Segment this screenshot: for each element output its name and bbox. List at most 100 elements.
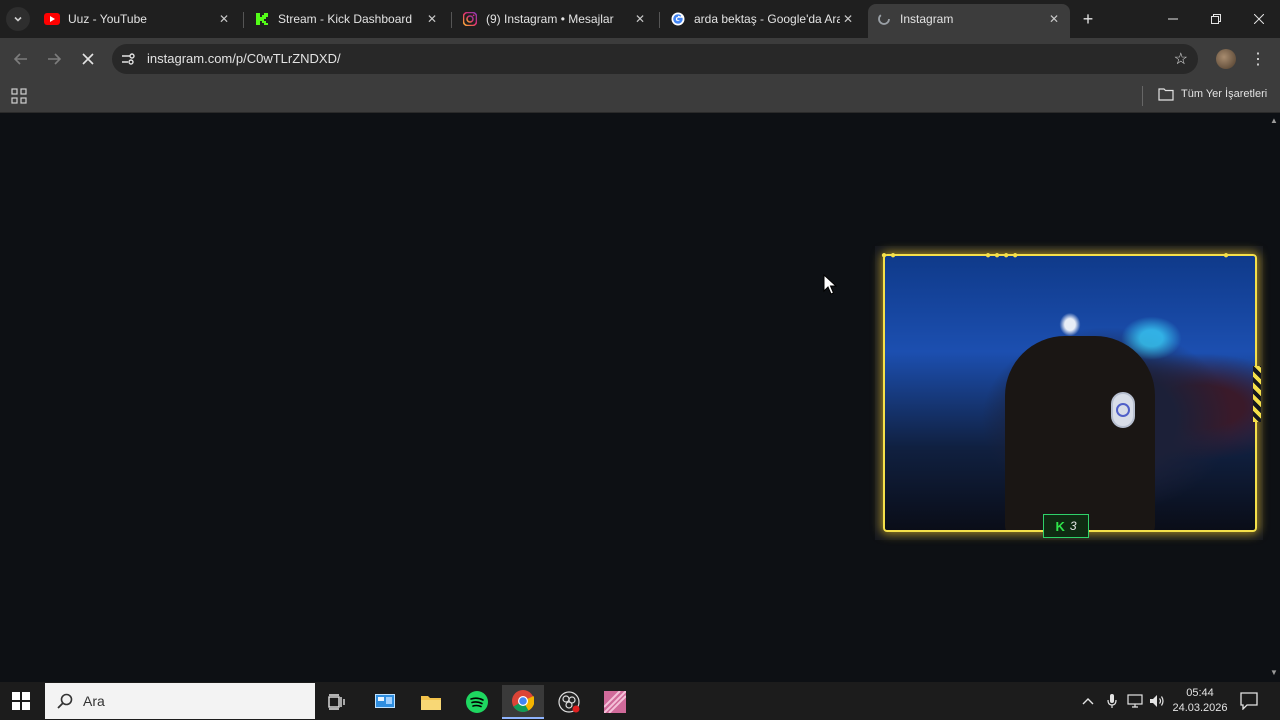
loading-icon (876, 11, 892, 27)
taskbar-control-panel[interactable] (364, 685, 406, 719)
kick-viewer-badge: K 3 (1043, 514, 1089, 538)
tab-youtube[interactable]: Uuz - YouTube ✕ (36, 4, 240, 34)
tab-title: arda bektaş - Google'da Ara (694, 12, 840, 26)
spotify-icon (466, 691, 488, 713)
obs-icon (558, 691, 580, 713)
close-tab-icon[interactable]: ✕ (216, 11, 232, 27)
taskbar-search-box[interactable]: Ara (45, 683, 315, 719)
browser-menu-button[interactable]: ⋮ (1250, 48, 1266, 70)
task-view-icon (328, 694, 345, 710)
viewer-count: 3 (1069, 519, 1077, 533)
tab-instagram-active[interactable]: Instagram ✕ (868, 4, 1070, 38)
apps-grid-icon[interactable] (11, 88, 27, 104)
tab-title: Stream - Kick Dashboard (278, 12, 413, 26)
webcam-video (883, 254, 1257, 532)
windows-taskbar: Ara 05:44 24.03.2026 (0, 682, 1280, 720)
forward-button[interactable] (42, 47, 66, 71)
streamer-silhouette (1005, 336, 1155, 530)
clock-time: 05:44 (1186, 687, 1214, 699)
minimize-icon (1168, 18, 1178, 20)
mouse-cursor-icon (823, 274, 837, 295)
tab-search-button[interactable] (6, 7, 30, 31)
volume-tray-icon[interactable] (1149, 682, 1165, 720)
address-bar[interactable]: instagram.com/p/C0wTLrZNDXD/ ☆ (112, 44, 1198, 74)
close-tab-icon[interactable]: ✕ (424, 11, 440, 27)
search-icon (57, 693, 73, 709)
close-window-button[interactable] (1237, 0, 1280, 38)
close-tab-icon[interactable]: ✕ (632, 11, 648, 27)
frame-stripes (1253, 366, 1261, 422)
tab-strip: Uuz - YouTube ✕ Stream - Kick Dashboard … (0, 0, 1280, 38)
scroll-up-arrow[interactable]: ▲ (1270, 116, 1278, 125)
network-icon (1127, 694, 1143, 708)
frame-decoration-center: ●●●● (985, 250, 1022, 261)
speaker-icon (1150, 695, 1164, 707)
scrollbar[interactable] (1268, 114, 1280, 682)
taskbar-clock[interactable]: 05:44 24.03.2026 (1166, 686, 1234, 716)
tab-instagram-messages[interactable]: (9) Instagram • Mesajlar ✕ (454, 4, 656, 34)
back-button[interactable] (9, 47, 33, 71)
folder-icon (1158, 88, 1174, 101)
close-tab-icon[interactable]: ✕ (1046, 11, 1062, 27)
microphone-tray-icon[interactable] (1106, 682, 1118, 720)
clock-date: 24.03.2026 (1172, 702, 1228, 714)
all-bookmarks-button[interactable]: Tüm Yer İşaretleri (1158, 87, 1267, 101)
taskbar-obs[interactable] (548, 685, 590, 719)
media-app-icon (604, 691, 626, 713)
taskbar-chrome[interactable] (502, 685, 544, 719)
windows-start-icon[interactable] (12, 692, 30, 710)
microphone-icon (1107, 694, 1117, 708)
tray-overflow-button[interactable] (1082, 682, 1094, 720)
taskbar-media-app[interactable] (594, 685, 636, 719)
site-settings-icon[interactable] (120, 51, 136, 67)
stop-loading-button[interactable] (76, 47, 100, 71)
notification-center-icon[interactable] (1240, 692, 1258, 710)
tab-kick-dashboard[interactable]: Stream - Kick Dashboard ✕ (246, 4, 448, 34)
minimize-button[interactable] (1151, 0, 1195, 38)
google-icon (670, 11, 686, 27)
all-bookmarks-label: Tüm Yer İşaretleri (1181, 88, 1268, 100)
tab-divider (451, 12, 452, 28)
url-text[interactable]: instagram.com/p/C0wTLrZNDXD/ (147, 51, 341, 66)
network-tray-icon[interactable] (1127, 682, 1143, 720)
kick-logo-icon: K (1055, 518, 1065, 534)
instagram-icon (462, 11, 478, 27)
tab-title: Instagram (900, 12, 954, 26)
arrow-left-icon (14, 53, 27, 65)
browser-toolbar: instagram.com/p/C0wTLrZNDXD/ ☆ (0, 38, 1280, 80)
control-panel-icon (375, 694, 395, 708)
tab-title: (9) Instagram • Mesajlar (486, 12, 614, 26)
task-view-button[interactable] (316, 685, 358, 719)
headphones-logo-icon (1116, 403, 1130, 417)
plus-icon: + (1082, 8, 1094, 29)
youtube-icon (44, 11, 60, 27)
arrow-right-icon (48, 53, 61, 65)
frame-decoration-left: ●● (881, 250, 900, 261)
bookmark-star-icon[interactable]: ☆ (1174, 49, 1188, 69)
close-icon (1254, 14, 1264, 24)
tab-divider (243, 12, 244, 28)
chevron-down-icon (14, 16, 22, 22)
folder-icon (421, 696, 441, 710)
close-tab-icon[interactable]: ✕ (840, 11, 856, 27)
chrome-icon (512, 690, 534, 712)
close-icon (82, 53, 94, 65)
tab-title: Uuz - YouTube (68, 12, 147, 26)
profile-avatar[interactable] (1216, 49, 1236, 69)
new-tab-button[interactable]: + (1077, 8, 1099, 30)
taskbar-file-explorer[interactable] (410, 685, 452, 719)
frame-decoration-right: ● (1223, 250, 1233, 261)
more-vertical-icon: ⋮ (1250, 51, 1266, 68)
bookmarks-divider (1142, 86, 1143, 106)
search-placeholder: Ara (83, 693, 105, 709)
tab-divider (659, 12, 660, 28)
webcam-overlay: ●● ●●●● ● K 3 (875, 246, 1263, 540)
scroll-down-arrow[interactable]: ▼ (1270, 668, 1278, 677)
taskbar-spotify[interactable] (456, 685, 498, 719)
kick-icon (254, 11, 270, 27)
chevron-up-icon (1082, 698, 1094, 705)
bookmarks-bar: Tüm Yer İşaretleri (0, 80, 1280, 113)
restore-button[interactable] (1194, 0, 1238, 38)
tab-google-search[interactable]: arda bektaş - Google'da Ara ✕ (662, 4, 864, 34)
restore-icon (1211, 14, 1221, 24)
